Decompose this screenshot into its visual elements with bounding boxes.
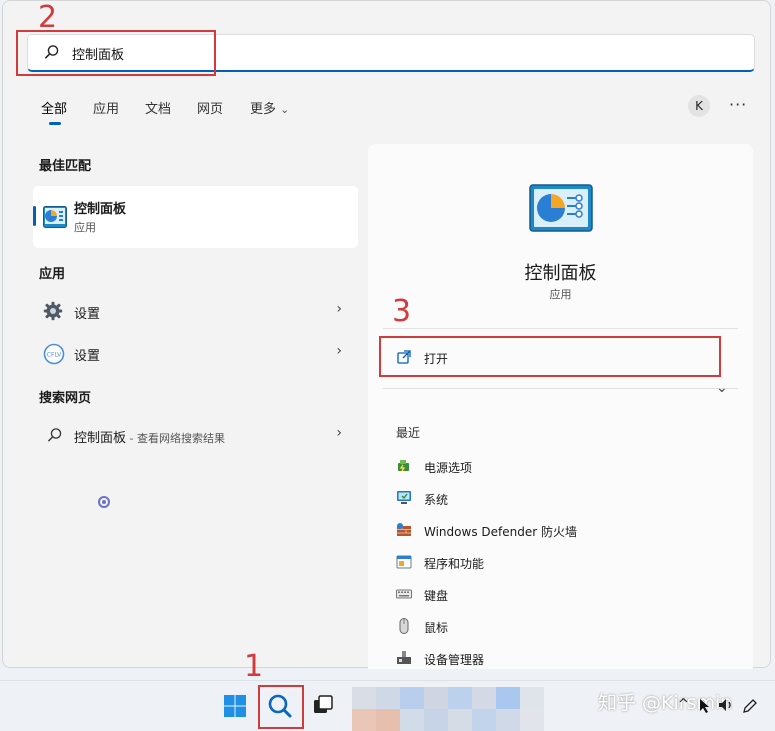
- divider: [383, 328, 738, 329]
- annotation-number-2: 2: [38, 0, 58, 35]
- recent-item-label: 电源选项: [424, 461, 473, 475]
- pixelated-app[interactable]: [448, 687, 472, 709]
- pixelated-app[interactable]: [520, 687, 544, 709]
- chevron-right-icon[interactable]: ›: [336, 343, 342, 359]
- power-options-icon: [398, 460, 409, 472]
- avatar[interactable]: K: [688, 95, 710, 117]
- tab-documents[interactable]: 文档: [145, 98, 171, 117]
- web-search-result[interactable]: 控制面板 - 查看网络搜索结果 ›: [33, 417, 358, 453]
- web-search-heading: 搜索网页: [39, 391, 92, 406]
- preview-pane: 控制面板 应用 打开 ⌄ 最近 电源选项 系统 Windows Defender…: [368, 144, 753, 669]
- cursor-icon: [700, 699, 709, 713]
- chevron-right-icon[interactable]: ›: [336, 425, 342, 441]
- pixelated-app[interactable]: [376, 687, 400, 709]
- keyboard-icon: [396, 589, 412, 599]
- chevron-right-icon[interactable]: ›: [336, 301, 342, 317]
- search-panel: 全部 应用 文档 网页 更多 ⌄ K ··· 最佳匹配 控制面板 应用 应用: [2, 0, 771, 669]
- cflv-icon: CFLV: [43, 343, 65, 365]
- firewall-icon: [397, 523, 411, 536]
- annotation-box-taskbar-search: [258, 685, 304, 729]
- system-icon: [397, 491, 411, 504]
- annotation-number-3: 3: [392, 294, 412, 329]
- recent-item-label: 设备管理器: [424, 653, 485, 667]
- pixelated-app[interactable]: [400, 687, 424, 709]
- apps-heading: 应用: [39, 267, 66, 282]
- selection-accent: [33, 206, 36, 226]
- recent-item-label: 程序和功能: [424, 557, 485, 571]
- tab-more[interactable]: 更多 ⌄: [250, 98, 289, 117]
- task-view-icon: [314, 695, 333, 713]
- pixelated-app[interactable]: [520, 709, 544, 731]
- best-match-subtitle: 应用: [74, 221, 96, 234]
- pixelated-app[interactable]: [472, 709, 496, 731]
- speaker-icon[interactable]: [718, 697, 734, 713]
- pixelated-app[interactable]: [352, 687, 376, 709]
- pen-icon[interactable]: [742, 698, 758, 714]
- device-manager-icon: [397, 651, 411, 664]
- control-panel-large-icon: [529, 184, 593, 232]
- annotation-number-1: 1: [244, 649, 264, 684]
- web-search-label: 控制面板 - 查看网络搜索结果: [74, 427, 225, 446]
- start-button[interactable]: [218, 689, 252, 723]
- pixelated-app[interactable]: [496, 687, 520, 709]
- recent-heading: 最近: [396, 426, 421, 440]
- more-options-icon[interactable]: ···: [729, 95, 747, 114]
- pixelated-app[interactable]: [376, 709, 400, 731]
- app-result-label: 设置: [74, 349, 101, 364]
- tray-overflow-icon[interactable]: ^: [678, 697, 689, 712]
- control-panel-icon: [43, 206, 67, 228]
- preview-title: 控制面板: [524, 263, 597, 284]
- annotation-box-search: [16, 30, 216, 76]
- pixelated-app[interactable]: [400, 709, 424, 731]
- gear-icon: [43, 301, 63, 321]
- active-tab-indicator: [49, 122, 61, 125]
- best-match-title: 控制面板: [74, 202, 127, 217]
- divider: [383, 388, 738, 389]
- pixelated-app[interactable]: [352, 709, 376, 731]
- app-result-label: 设置: [74, 307, 101, 322]
- programs-icon: [396, 555, 412, 569]
- best-match-card[interactable]: 控制面板 应用: [33, 186, 358, 248]
- recent-item-label: 键盘: [424, 589, 449, 603]
- pixelated-app[interactable]: [424, 709, 448, 731]
- recent-item-label: 系统: [424, 493, 449, 507]
- annotation-box-open: [379, 336, 721, 377]
- expand-chevron-icon[interactable]: ⌄: [716, 380, 728, 396]
- tab-web[interactable]: 网页: [197, 98, 223, 117]
- pixelated-app[interactable]: [472, 687, 496, 709]
- chevron-down-icon: ⌄: [280, 103, 290, 116]
- preview-subtitle: 应用: [549, 288, 572, 301]
- windows-logo-icon: [224, 695, 246, 717]
- tab-apps[interactable]: 应用: [93, 98, 119, 117]
- tab-more-label: 更多: [250, 102, 277, 117]
- pixelated-app[interactable]: [496, 709, 520, 731]
- web-search-suffix: - 查看网络搜索结果: [126, 432, 225, 445]
- pixelated-taskbar-apps: [352, 687, 548, 731]
- loading-spinner-icon: [98, 496, 110, 508]
- pixelated-app[interactable]: [448, 709, 472, 731]
- tab-all[interactable]: 全部: [41, 98, 67, 117]
- recent-item-label: Windows Defender 防火墙: [424, 525, 577, 539]
- best-match-heading: 最佳匹配: [39, 159, 92, 174]
- search-icon: [48, 428, 62, 442]
- recent-item-label: 鼠标: [424, 621, 449, 635]
- web-search-query: 控制面板: [74, 431, 127, 446]
- app-result-settings-cflv[interactable]: CFLV 设置 ›: [33, 335, 358, 371]
- pixelated-app[interactable]: [424, 687, 448, 709]
- task-view-button[interactable]: [306, 689, 340, 723]
- mouse-icon: [399, 618, 409, 634]
- svg-text:CFLV: CFLV: [47, 352, 62, 359]
- app-result-settings[interactable]: 设置 ›: [33, 293, 358, 329]
- watermark-text: 知乎 @Kirsmin: [598, 692, 733, 714]
